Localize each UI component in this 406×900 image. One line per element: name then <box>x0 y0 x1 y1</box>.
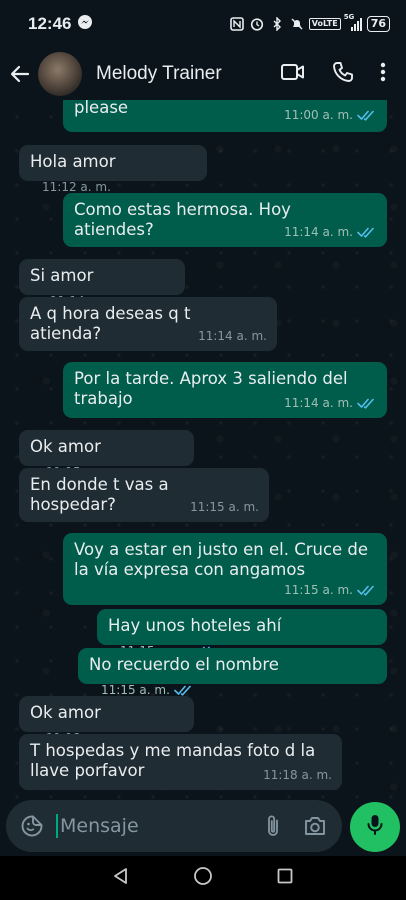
message-incoming[interactable]: A q hora deseas q t atienda? 11:14 a. m. <box>19 297 277 351</box>
message-time: 11:14 a. m. <box>198 329 267 343</box>
message-incoming[interactable]: Ok amor11:15 a. m. <box>19 430 194 479</box>
message-text: Como estas hermosa. Hoy atiendes? <box>74 200 291 239</box>
message-meta: 11:00 a. m. <box>284 105 377 125</box>
message-incoming[interactable]: Si amor11:14 a. m. <box>19 259 185 308</box>
message-incoming[interactable]: Ok amor11:18 a. m. <box>19 696 194 745</box>
mic-button[interactable] <box>350 802 400 852</box>
bluetooth-icon <box>269 16 285 32</box>
message-meta: 11:14 a. m. <box>198 326 267 346</box>
contact-name[interactable]: Melody Trainer <box>96 63 280 85</box>
message-outgoing[interactable]: Por la tarde. Aprox 3 saliendo del traba… <box>63 362 387 418</box>
message-text: Si amor <box>30 266 94 285</box>
volte-badge: VoLTE <box>308 18 341 30</box>
battery-level: 76 <box>366 16 390 32</box>
read-receipt-icon <box>174 685 191 696</box>
message-meta: 11:15 a. m. <box>190 497 259 517</box>
signal-icon: 5G <box>344 13 363 31</box>
message-text: Voy a estar en justo en el. Cruce de la … <box>74 540 369 579</box>
message-input-bar: Mensaje <box>6 800 342 852</box>
alarm-icon <box>249 17 265 31</box>
message-outgoing[interactable]: Hay unos hoteles ahí11:15 a. m. <box>97 609 387 658</box>
message-list[interactable]: please 11:00 a. m. Hola amor 11:12 a. m. … <box>0 100 406 800</box>
message-text: Hola amor <box>30 152 116 171</box>
mic-icon <box>365 813 385 841</box>
status-left: 12:46 <box>28 14 93 35</box>
message-time: 11:15 a. m. <box>190 500 259 514</box>
more-vert-icon[interactable] <box>380 62 386 86</box>
message-time: 11:14 a. m. <box>284 396 353 410</box>
composer: Mensaje <box>0 800 406 856</box>
message-meta: 11:14 a. m. <box>284 222 377 242</box>
system-nav-bar <box>0 856 406 900</box>
nav-back-icon[interactable] <box>112 867 130 889</box>
message-outgoing[interactable]: please 11:00 a. m. <box>63 100 387 132</box>
message-meta: 11:14 a. m. <box>284 393 377 413</box>
message-incoming[interactable]: Hola amor 11:12 a. m. <box>19 145 207 194</box>
read-receipt-icon <box>357 110 374 121</box>
network-type: 5G <box>343 13 355 21</box>
read-receipt-icon <box>357 585 374 596</box>
mute-icon <box>289 17 305 31</box>
video-call-icon[interactable] <box>280 62 306 86</box>
nav-recents-icon[interactable] <box>276 867 294 889</box>
clock: 12:46 <box>28 14 72 33</box>
nfc-icon <box>229 17 245 31</box>
status-right: VoLTE 5G 76 <box>229 13 390 32</box>
message-input[interactable]: Mensaje <box>56 814 260 838</box>
messenger-icon <box>77 14 93 35</box>
message-incoming[interactable]: T hospedas y me mandas foto d la llave p… <box>19 734 342 790</box>
message-time: 11:15 a. m. <box>284 583 353 597</box>
message-text: please <box>74 100 129 117</box>
message-text: Hay unos hoteles ahí <box>108 616 282 635</box>
contact-avatar[interactable] <box>38 52 82 96</box>
message-time: 11:14 a. m. <box>284 225 353 239</box>
message-outgoing[interactable]: Como estas hermosa. Hoy atiendes? 11:14 … <box>63 193 387 247</box>
status-bar: 12:46 VoLTE 5G 76 <box>0 0 406 48</box>
camera-icon[interactable] <box>302 813 328 839</box>
message-meta: 11:15 a. m. <box>284 580 377 600</box>
nav-home-icon[interactable] <box>193 866 213 890</box>
message-text: No recuerdo el nombre <box>89 655 279 674</box>
emoji-sticker-icon[interactable] <box>18 812 46 840</box>
read-receipt-icon <box>357 227 374 238</box>
message-time: 11:00 a. m. <box>284 108 353 122</box>
chat-header: Melody Trainer <box>0 48 406 100</box>
back-arrow-icon[interactable] <box>2 63 38 85</box>
message-meta: 11:18 a. m. <box>263 765 332 785</box>
header-actions <box>280 61 386 87</box>
message-incoming[interactable]: En donde t vas a hospedar? 11:15 a. m. <box>19 468 269 522</box>
message-text: Ok amor <box>30 703 101 722</box>
message-text: Ok amor <box>30 437 101 456</box>
read-receipt-icon <box>357 398 374 409</box>
phone-icon[interactable] <box>332 61 354 87</box>
message-outgoing[interactable]: Voy a estar en justo en el. Cruce de la … <box>63 533 387 605</box>
message-outgoing[interactable]: No recuerdo el nombre 11:15 a. m. <box>78 648 387 697</box>
message-time: 11:18 a. m. <box>263 768 332 782</box>
attach-icon[interactable] <box>260 813 286 839</box>
